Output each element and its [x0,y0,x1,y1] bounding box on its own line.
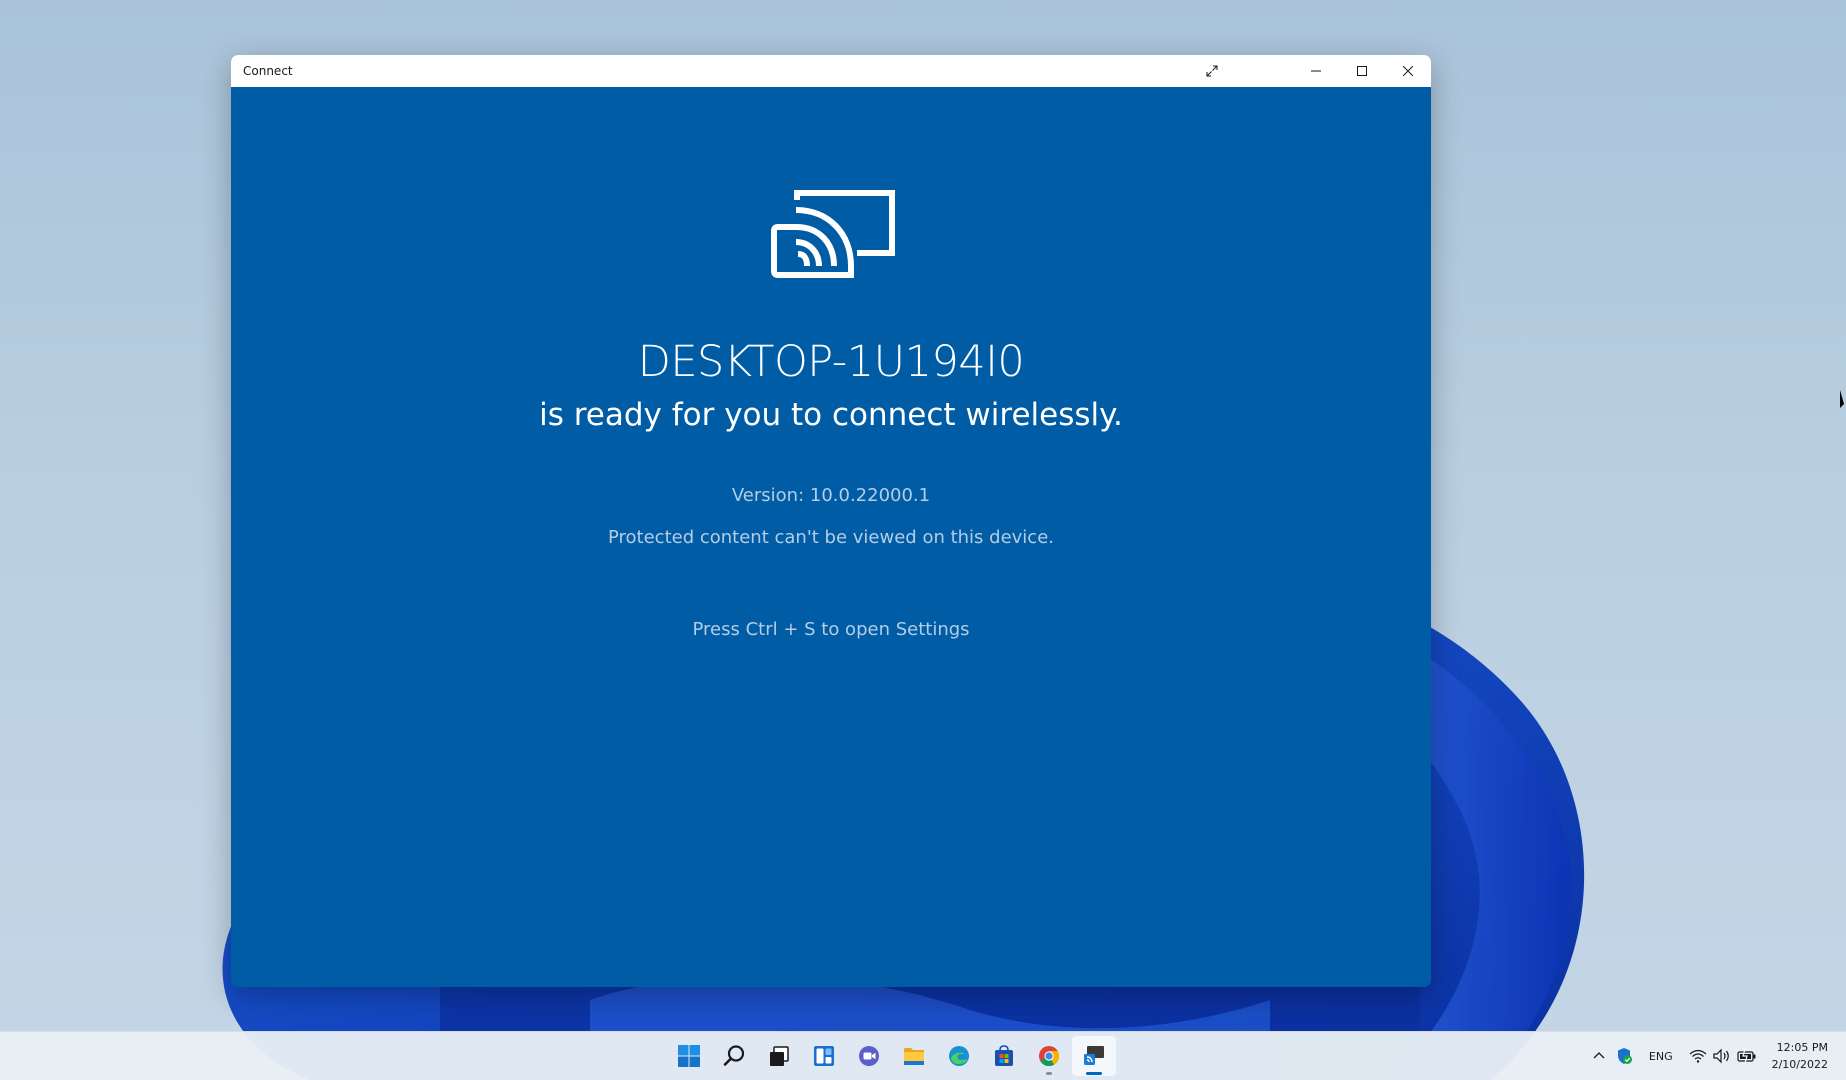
taskbar-connect-button[interactable] [1071,1036,1116,1076]
taskbar-widgets-button[interactable] [802,1036,846,1076]
taskbar-start-button[interactable] [667,1036,711,1076]
wireless-display-cast-icon [771,190,895,278]
store-icon [994,1045,1013,1066]
ready-message: is ready for you to connect wirelessly. [539,397,1123,433]
taskbar-search-button[interactable] [712,1036,756,1076]
maximize-icon [1357,66,1367,76]
battery-icon [1736,1048,1756,1064]
taskbar-chrome-button[interactable] [1027,1036,1071,1076]
wifi-icon [1689,1049,1707,1063]
chevron-up-icon [1593,1052,1605,1059]
quick-settings-button[interactable] [1684,1032,1762,1080]
language-indicator: ENG [1648,1049,1673,1063]
window-controls [1293,55,1431,87]
mouse-cursor [1840,390,1844,408]
close-icon [1403,66,1413,76]
taskbar-file-explorer-button[interactable] [892,1036,936,1076]
chrome-icon [1038,1046,1059,1067]
chat-icon [858,1046,879,1066]
clock-button[interactable]: 12:05 PM 2/10/2022 [1762,1039,1846,1073]
taskbar-store-button[interactable] [982,1036,1026,1076]
system-tray: ENG 12:05 PM 2/10/2022 [1588,1032,1846,1080]
language-button[interactable]: ENG [1638,1032,1684,1080]
connect-window: Connect DESKTOP-1U194I0 is ready for you… [231,55,1431,987]
close-button[interactable] [1385,55,1431,87]
protected-content-notice: Protected content can't be viewed on thi… [607,527,1054,548]
maximize-button[interactable] [1339,55,1385,87]
task-view-icon [769,1046,789,1066]
device-name: DESKTOP-1U194I0 [637,337,1025,387]
windows-security-icon [1617,1048,1632,1064]
taskbar-edge-button[interactable] [937,1036,981,1076]
clock-date: 2/10/2022 [1771,1058,1828,1071]
active-indicator [1085,1072,1102,1075]
connect-icon [1083,1046,1104,1065]
desktop: Connect DESKTOP-1U194I0 is ready for you… [0,0,1846,1080]
folder-icon [903,1048,924,1065]
fullscreen-button[interactable] [1189,55,1235,87]
taskbar: ENG 12:05 PM 2/10/2022 [0,1031,1846,1080]
search-icon [723,1045,744,1066]
title-bar[interactable]: Connect [231,55,1431,87]
window-title: Connect [243,64,293,78]
taskbar-task-view-button[interactable] [757,1036,801,1076]
windows-start-icon [677,1045,700,1067]
minimize-button[interactable] [1293,55,1339,87]
settings-hint: Press Ctrl + S to open Settings [692,619,970,640]
show-hidden-icons-button[interactable] [1588,1032,1610,1080]
edge-icon [948,1046,969,1066]
version-text: Version: 10.0.22000.1 [731,485,931,506]
connect-content: DESKTOP-1U194I0 is ready for you to conn… [231,87,1431,987]
running-indicator [1045,1072,1052,1075]
minimize-icon [1311,70,1321,72]
expand-diagonal-icon [1206,65,1218,77]
taskbar-chat-button[interactable] [847,1036,891,1076]
volume-icon [1712,1048,1729,1064]
security-tray-button[interactable] [1610,1032,1638,1080]
clock-time: 12:05 PM [1776,1041,1828,1054]
taskbar-apps [666,1032,1116,1080]
widgets-icon [813,1046,834,1066]
